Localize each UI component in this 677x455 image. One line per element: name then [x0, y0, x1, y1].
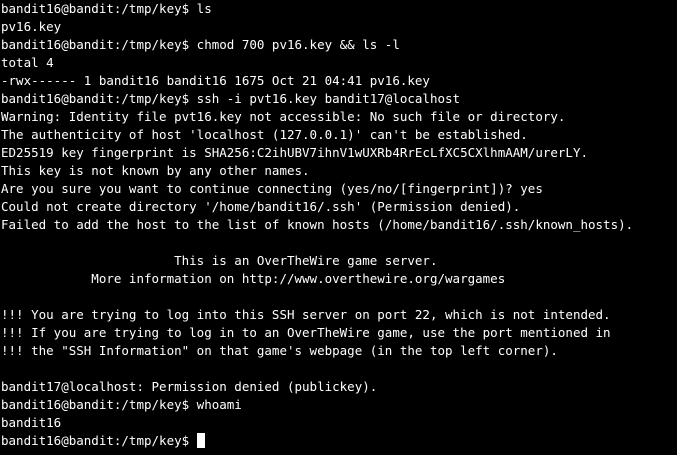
terminal-line: This key is not known by any other names… — [1, 163, 310, 178]
terminal-line: bandit16@bandit:/tmp/key$ whoami — [1, 397, 242, 412]
terminal-line: !!! If you are trying to log in to an Ov… — [1, 325, 611, 340]
terminal-line: bandit16@bandit:/tmp/key$ chmod 700 pv16… — [1, 37, 400, 52]
terminal-line: Warning: Identity file pvt16.key not acc… — [1, 109, 566, 124]
text-cursor — [196, 433, 205, 448]
terminal-line: ED25519 key fingerprint is SHA256:C2ihUB… — [1, 145, 588, 160]
terminal-line: pv16.key — [1, 19, 62, 34]
terminal-line: -rwx------ 1 bandit16 bandit16 1675 Oct … — [1, 73, 430, 88]
terminal-line: Could not create directory '/home/bandit… — [1, 199, 521, 214]
prompt-text: bandit16@bandit:/tmp/key$ — [1, 433, 197, 448]
terminal-line: Are you sure you want to continue connec… — [1, 181, 543, 196]
terminal-line: !!! the "SSH Information" on that game's… — [1, 343, 558, 358]
terminal-line: bandit16@bandit:/tmp/key$ ls — [1, 1, 212, 16]
terminal-line: More information on http://www.overthewi… — [1, 271, 506, 286]
prompt-line[interactable]: bandit16@bandit:/tmp/key$ — [1, 432, 677, 450]
terminal-line: bandit16 — [1, 415, 62, 430]
terminal-line: total 4 — [1, 55, 54, 70]
terminal-line: The authenticity of host 'localhost (127… — [1, 127, 528, 142]
terminal-line: bandit17@localhost: Permission denied (p… — [1, 379, 378, 394]
terminal-line: bandit16@bandit:/tmp/key$ ssh -i pvt16.k… — [1, 91, 461, 106]
terminal-line: Failed to add the host to the list of kn… — [1, 217, 634, 232]
terminal-line: !!! You are trying to log into this SSH … — [1, 307, 611, 322]
terminal-window[interactable]: bandit16@bandit:/tmp/key$ ls pv16.key ba… — [0, 0, 677, 455]
terminal-line: This is an OverTheWire game server. — [1, 253, 438, 268]
